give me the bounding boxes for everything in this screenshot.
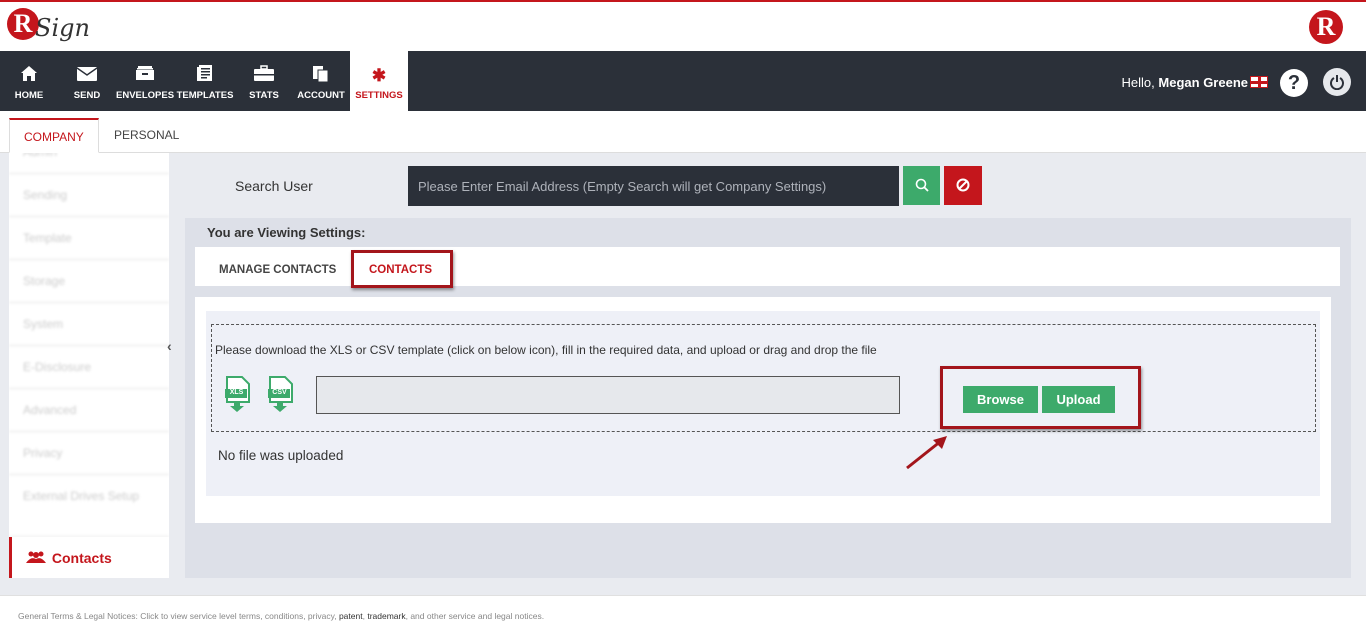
envelope-icon [58, 65, 116, 87]
highlight-contacts-tab [351, 250, 453, 288]
search-user-label: Search User [235, 178, 313, 194]
sidebar-item-sending[interactable]: Sending [9, 174, 169, 217]
greeting-text: Hello, [1121, 75, 1155, 90]
settings-sidebar: Admin Sending Template Storage System E-… [9, 153, 169, 578]
nav-envelopes[interactable]: ENVELOPES [116, 51, 174, 111]
rpost-logo: R [1309, 10, 1343, 44]
nav-stats[interactable]: STATS [236, 51, 292, 111]
upload-status: No file was uploaded [218, 448, 344, 463]
ban-icon [956, 178, 970, 192]
sidebar-item-system[interactable]: System [9, 303, 169, 346]
briefcase-icon [236, 65, 292, 87]
sidebar-item-e-disclosure[interactable]: E-Disclosure [9, 346, 169, 389]
sidebar-item-storage[interactable]: Storage [9, 260, 169, 303]
sidebar-item-admin[interactable]: Admin [9, 153, 169, 174]
sidebar-item-advanced[interactable]: Advanced [9, 389, 169, 432]
clear-search-button[interactable] [944, 166, 982, 205]
xls-label: XLS [229, 389, 244, 396]
document-icon [174, 65, 236, 87]
nav-send[interactable]: SEND [58, 51, 116, 111]
language-flag-icon[interactable] [1250, 76, 1268, 88]
top-bar: R Sign R [0, 0, 1366, 51]
footer-text: Click to view service level terms, condi… [140, 611, 337, 621]
sidebar-item-privacy[interactable]: Privacy [9, 432, 169, 475]
sidebar-item-contacts[interactable]: Contacts [9, 537, 169, 578]
nav-envelopes-label: ENVELOPES [116, 90, 175, 101]
rsign-logo[interactable]: R Sign [7, 8, 90, 48]
nav-stats-label: STATS [249, 90, 279, 101]
logout-button[interactable] [1323, 68, 1351, 96]
nav-account-label: ACCOUNT [297, 90, 345, 101]
tab-manage-contacts[interactable]: MANAGE CONTACTS [219, 247, 336, 286]
footer-legal: General Terms & Legal Notices: Click to … [18, 611, 544, 621]
gear-icon: ✱ [371, 66, 387, 85]
footer-title[interactable]: General Terms & Legal Notices: [18, 611, 138, 621]
nav-settings[interactable]: ✱ SETTINGS [350, 51, 408, 111]
logo-text: Sign [35, 14, 90, 42]
footer-link-patent[interactable]: patent [339, 611, 363, 621]
nav-account[interactable]: ACCOUNT [292, 51, 350, 111]
user-greeting: Hello, Megan Greene [1122, 75, 1248, 90]
annotation-arrow-icon [906, 436, 947, 470]
settings-scope-tabs: COMPANY PERSONAL [0, 111, 1366, 153]
selected-file-field[interactable] [316, 376, 900, 414]
search-email-input[interactable] [408, 166, 899, 206]
nav-templates-label: TEMPLATES [176, 90, 234, 101]
sidebar-collapse-chevron-icon[interactable]: ‹ [167, 338, 172, 354]
nav-home[interactable]: HOME [0, 51, 58, 111]
sidebar-item-external-drives[interactable]: External Drives Setup [9, 475, 169, 537]
main-navbar: HOME SEND ENVELOPES TEMPLATES STATS ACCO… [0, 51, 1366, 111]
help-button[interactable]: ? [1280, 69, 1308, 97]
power-icon [1330, 75, 1344, 91]
nav-home-label: HOME [14, 90, 44, 101]
viewing-settings-label: You are Viewing Settings: [207, 225, 366, 240]
csv-label: CSV [272, 389, 287, 396]
files-icon [292, 65, 350, 87]
user-name[interactable]: Megan Greene [1158, 75, 1248, 90]
tab-personal[interactable]: PERSONAL [100, 118, 193, 153]
highlight-upload-buttons [940, 366, 1141, 429]
nav-templates[interactable]: TEMPLATES [174, 51, 236, 111]
nav-send-label: SEND [73, 90, 101, 101]
search-icon [915, 178, 929, 192]
sidebar-item-template[interactable]: Template [9, 217, 169, 260]
footer-link-trademark[interactable]: trademark [367, 611, 405, 621]
home-icon [0, 65, 58, 87]
footer-text-end: , and other service and legal notices. [405, 611, 545, 621]
sidebar-item-contacts-label: Contacts [51, 550, 112, 566]
tab-company[interactable]: COMPANY [9, 118, 99, 153]
nav-settings-label: SETTINGS [355, 90, 403, 101]
users-icon [26, 537, 48, 578]
search-button[interactable] [903, 166, 940, 205]
footer-separator: , [362, 611, 365, 621]
upload-instructions: Please download the XLS or CSV template … [215, 343, 877, 357]
inbox-icon [116, 65, 174, 87]
